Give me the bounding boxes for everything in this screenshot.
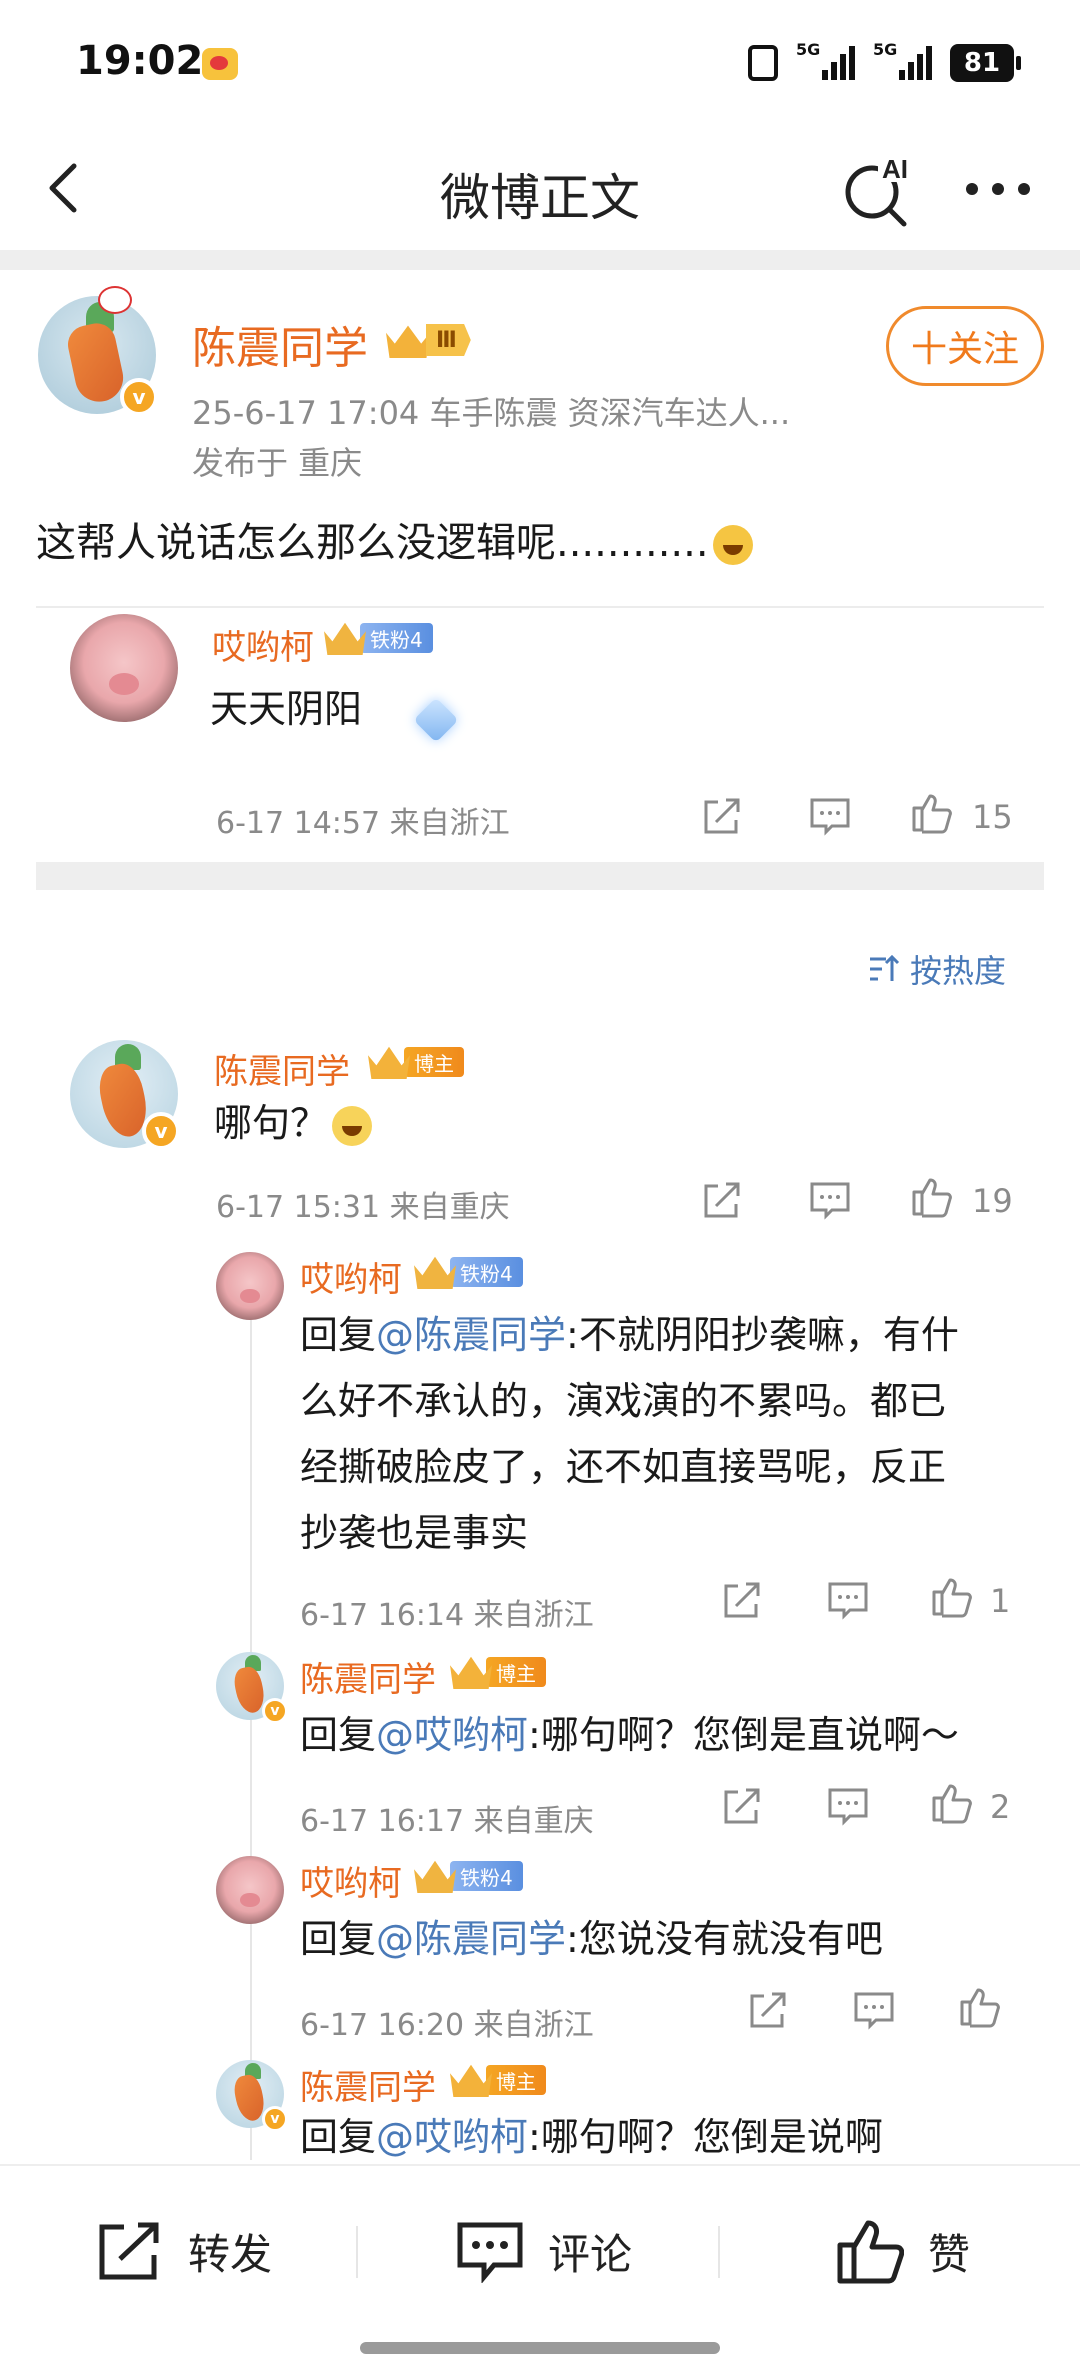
comment-icon[interactable]: [852, 1988, 896, 2032]
reply-user-name[interactable]: 陈震同学: [300, 1652, 436, 1701]
status-indicators: 5G 5G 81: [748, 40, 1021, 82]
fan-badge[interactable]: 铁粉4: [324, 622, 433, 655]
author-name[interactable]: 陈震同学: [192, 312, 368, 376]
nav-bar: 微博正文 AI: [0, 130, 1080, 250]
mention-link[interactable]: @陈震同学: [376, 1313, 566, 1357]
comment-icon[interactable]: [826, 1784, 870, 1828]
comment-time: 6-17 14:57 来自浙江: [216, 806, 510, 841]
like-button[interactable]: 赞: [836, 2216, 970, 2286]
verified-badge-icon: v: [262, 1698, 288, 1724]
sort-by-hot-button[interactable]: 按热度: [866, 946, 1006, 992]
home-indicator[interactable]: [360, 2342, 720, 2354]
laugh-cry-emoji-icon: [712, 525, 753, 565]
repost-icon: [99, 2222, 159, 2280]
status-bar: 19:02 5G 5G 81: [0, 0, 1080, 130]
like-count: 1: [990, 1582, 1011, 1620]
share-icon[interactable]: [746, 1988, 790, 2032]
reply-user-name[interactable]: 陈震同学: [300, 2060, 436, 2109]
comment-text: 哪句？: [214, 1090, 373, 1156]
mention-link[interactable]: @哎哟柯: [376, 1713, 528, 1757]
page-title: 微博正文: [440, 169, 640, 227]
share-icon[interactable]: [720, 1578, 764, 1622]
commenter-name[interactable]: 哎哟柯: [212, 620, 314, 669]
more-options-icon[interactable]: [958, 164, 1038, 214]
reply-time: 6-17 16:20 来自浙江: [300, 2008, 594, 2043]
crown-icon: [386, 325, 430, 358]
comment-icon[interactable]: [808, 794, 852, 838]
like-icon[interactable]: [958, 1984, 1002, 2028]
host-badge[interactable]: 博主: [368, 1046, 464, 1079]
signal-icon-2: 5G: [873, 40, 932, 80]
comment-text: 天天阴阳: [210, 687, 363, 731]
reply-user-name[interactable]: 哎哟柯: [300, 1856, 402, 1905]
like-icon: [837, 2220, 904, 2284]
reply-text: 回复@陈震同学:不就阴阳抄袭嘛，有什 么好不承认的，演戏演的不累吗。都已 经撕破…: [300, 1313, 959, 1555]
mention-link[interactable]: @哎哟柯: [376, 2115, 528, 2159]
comment-icon: [457, 2222, 523, 2283]
follow-button[interactable]: 十关注: [886, 306, 1044, 386]
like-icon[interactable]: [930, 1780, 974, 1824]
like-icon[interactable]: [910, 1174, 954, 1218]
member-crown-badge[interactable]: Ⅲ: [386, 320, 471, 360]
divider: [36, 606, 1044, 608]
ai-search-icon[interactable]: AI: [838, 148, 918, 228]
status-time: 19:02: [76, 38, 204, 84]
signal-icon: 5G: [796, 40, 855, 80]
share-icon[interactable]: [700, 794, 744, 838]
fan-badge[interactable]: 铁粉4: [414, 1860, 523, 1893]
reply-time: 6-17 16:17 来自重庆: [300, 1804, 594, 1839]
like-count: 15: [972, 798, 1013, 836]
repost-button[interactable]: 转发: [96, 2216, 272, 2286]
divider: [718, 2226, 720, 2278]
verified-badge-icon: v: [142, 1112, 180, 1150]
like-icon[interactable]: [930, 1574, 974, 1618]
sort-icon: [870, 954, 900, 981]
reply-time: 6-17 16:14 来自浙江: [300, 1598, 594, 1633]
share-icon[interactable]: [700, 1178, 744, 1222]
like-icon[interactable]: [910, 790, 954, 834]
header-divider: [0, 250, 1080, 270]
reply-avatar[interactable]: [216, 1252, 284, 1320]
reply-text: 回复@哎哟柯:哪句啊？您倒是直说啊～: [300, 1713, 959, 1757]
reply-thread-line: [250, 1300, 252, 2160]
fan-badge[interactable]: 铁粉4: [414, 1256, 523, 1289]
commenter-name[interactable]: 陈震同学: [214, 1044, 350, 1093]
author-avatar[interactable]: v: [38, 286, 158, 416]
reply-avatar[interactable]: [216, 1856, 284, 1924]
host-badge[interactable]: 博主: [450, 1656, 546, 1689]
like-count: 2: [990, 1788, 1011, 1826]
vibrate-icon: [748, 45, 778, 81]
post-meta: 25-6-17 17:04 车手陈震 资深汽车达人...: [192, 394, 791, 432]
reply-avatar[interactable]: v: [216, 1652, 288, 1724]
share-icon[interactable]: [720, 1784, 764, 1828]
reply-text: 回复@哎哟柯:哪句啊？您倒是说啊: [300, 2115, 883, 2159]
verified-badge-icon: v: [262, 2106, 288, 2132]
post-location: 发布于 重庆: [192, 444, 363, 482]
commenter-avatar[interactable]: [70, 614, 178, 722]
weibo-notification-icon: [202, 48, 238, 80]
like-count: 19: [972, 1182, 1013, 1220]
host-badge[interactable]: 博主: [450, 2064, 546, 2097]
verified-badge-icon: v: [120, 378, 158, 416]
svg-text:AI: AI: [882, 154, 908, 184]
diamond-sticker-icon: [406, 690, 466, 750]
comment-icon[interactable]: [826, 1578, 870, 1622]
mention-link[interactable]: @陈震同学: [376, 1917, 566, 1961]
divider: [356, 2226, 358, 2278]
comment-icon[interactable]: [808, 1178, 852, 1222]
reply-avatar[interactable]: v: [216, 2060, 288, 2132]
reply-user-name[interactable]: 哎哟柯: [300, 1252, 402, 1301]
reply-text: 回复@陈震同学:您说没有就没有吧: [300, 1917, 883, 1961]
commenter-avatar[interactable]: v: [70, 1040, 180, 1150]
comment-button[interactable]: 评论: [456, 2216, 632, 2286]
section-divider: [36, 862, 1044, 890]
thinking-emoji-icon: [332, 1105, 373, 1146]
post-text: 这帮人说话怎么那么没逻辑呢............: [36, 510, 753, 568]
comment-time: 6-17 15:31 来自重庆: [216, 1190, 510, 1225]
battery-icon: 81: [950, 44, 1021, 82]
